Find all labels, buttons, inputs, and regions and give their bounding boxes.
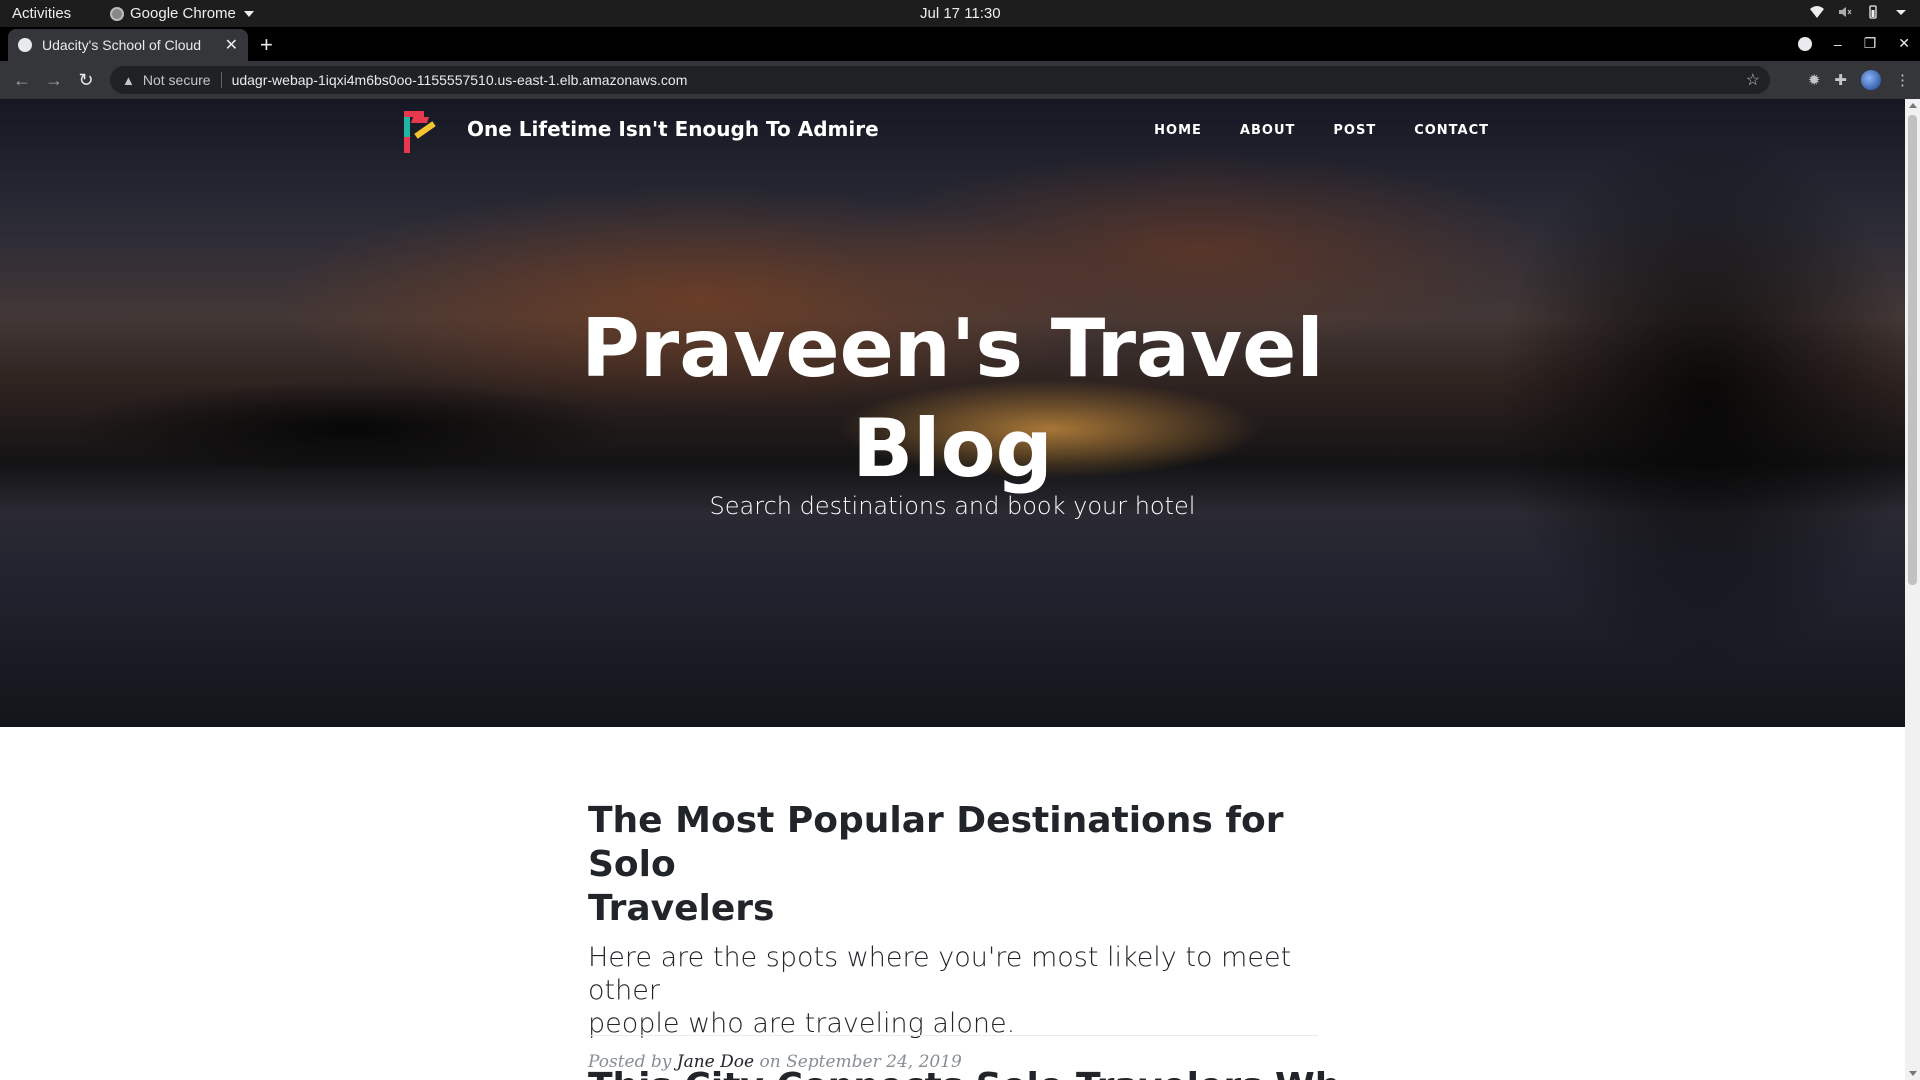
post-title-line: The Most Popular Destinations for Solo [588, 800, 1284, 885]
clock[interactable]: Jul 17 11:30 [920, 5, 1001, 22]
post-title[interactable]: The Most Popular Destinations for Solo T… [588, 799, 1318, 931]
bookmark-star-icon[interactable]: ☆ [1746, 70, 1760, 90]
forward-arrow-icon[interactable]: → [38, 70, 70, 91]
back-arrow-icon[interactable]: ← [6, 70, 38, 91]
security-label[interactable]: Not secure [143, 72, 211, 88]
url-text[interactable]: udagr-webap-1iqxi4m6bs0oo-1155557510.us-… [232, 72, 688, 88]
wifi-icon [1810, 6, 1824, 18]
post-preview[interactable]: The Most Popular Destinations for Solo T… [588, 799, 1318, 1072]
post-subtitle[interactable]: Here are the spots where you're most lik… [588, 941, 1318, 1040]
app-name: Google Chrome [130, 5, 236, 22]
nav-home[interactable]: HOME [1154, 123, 1202, 138]
system-tray[interactable] [1810, 5, 1908, 19]
battery-icon [1869, 5, 1877, 19]
browser-tab[interactable]: Udacity's School of Cloud ✕ [8, 29, 248, 61]
page-subtitle: Search destinations and book your hotel [709, 492, 1196, 520]
browser-toolbar: ← → ↻ ▲ Not secure udagr-webap-1iqxi4m6b… [0, 61, 1920, 99]
volume-muted-icon [1839, 7, 1852, 17]
minimize-icon[interactable]: – [1834, 36, 1842, 52]
chevron-down-icon [243, 10, 254, 17]
address-bar[interactable]: ▲ Not secure udagr-webap-1iqxi4m6bs0oo-1… [110, 66, 1770, 94]
tab-strip: Udacity's School of Cloud ✕ + – ❐ ✕ [0, 27, 1920, 61]
page-title-line: Praveen's Travel [581, 302, 1324, 395]
window-controls: – ❐ ✕ [1797, 35, 1910, 52]
profile-avatar[interactable] [1861, 70, 1881, 90]
page-title-line: Blog [852, 402, 1053, 495]
nav-about[interactable]: ABOUT [1240, 123, 1295, 138]
site-logo[interactable] [404, 111, 436, 153]
hero-header: One Lifetime Isn't Enough To Admire HOME… [0, 99, 1905, 727]
page-viewport: One Lifetime Isn't Enough To Admire HOME… [0, 99, 1905, 1080]
scroll-up-icon[interactable] [1909, 103, 1917, 108]
system-top-bar: Activities Google Chrome Jul 17 11:30 [0, 0, 1920, 27]
extension-icon[interactable]: ✹ [1808, 71, 1821, 89]
scrollbar-thumb[interactable] [1908, 115, 1917, 585]
page-scrollbar[interactable] [1905, 99, 1920, 1080]
tab-favicon-icon [18, 38, 32, 52]
site-brand[interactable]: One Lifetime Isn't Enough To Admire [467, 117, 879, 141]
app-menu[interactable]: Google Chrome [110, 5, 254, 22]
page-title: Praveen's Travel Blog [0, 299, 1905, 499]
puzzle-icon[interactable]: ✚ [1834, 71, 1847, 89]
reload-icon[interactable]: ↻ [70, 70, 102, 91]
nav-links: HOME ABOUT POST CONTACT [1154, 123, 1489, 138]
scroll-down-icon[interactable] [1909, 1071, 1917, 1076]
tab-title: Udacity's School of Cloud [42, 37, 202, 53]
nav-contact[interactable]: CONTACT [1414, 123, 1489, 138]
activities-button[interactable]: Activities [12, 5, 71, 22]
new-tab-button[interactable]: + [260, 32, 273, 58]
chevron-down-icon [1896, 10, 1906, 15]
warning-icon[interactable]: ▲ [122, 73, 135, 88]
close-tab-icon[interactable]: ✕ [225, 35, 238, 55]
post-divider [588, 1035, 1318, 1036]
divider [220, 72, 222, 88]
tab-search-icon[interactable] [1797, 36, 1812, 51]
post-title-line: Travelers [588, 888, 775, 929]
chrome-app-icon [110, 6, 124, 21]
kebab-menu-icon[interactable]: ⋮ [1895, 71, 1910, 89]
post-subtitle-line: Here are the spots where you're most lik… [588, 942, 1292, 1006]
extensions-area: ✹ ✚ ⋮ [1808, 70, 1910, 90]
restore-icon[interactable]: ❐ [1864, 35, 1877, 52]
post-title[interactable]: This City Connects Solo Travelers Wh [588, 1065, 1348, 1080]
site-navbar: One Lifetime Isn't Enough To Admire HOME… [0, 99, 1905, 163]
nav-post[interactable]: POST [1333, 123, 1376, 138]
close-window-icon[interactable]: ✕ [1898, 35, 1910, 52]
